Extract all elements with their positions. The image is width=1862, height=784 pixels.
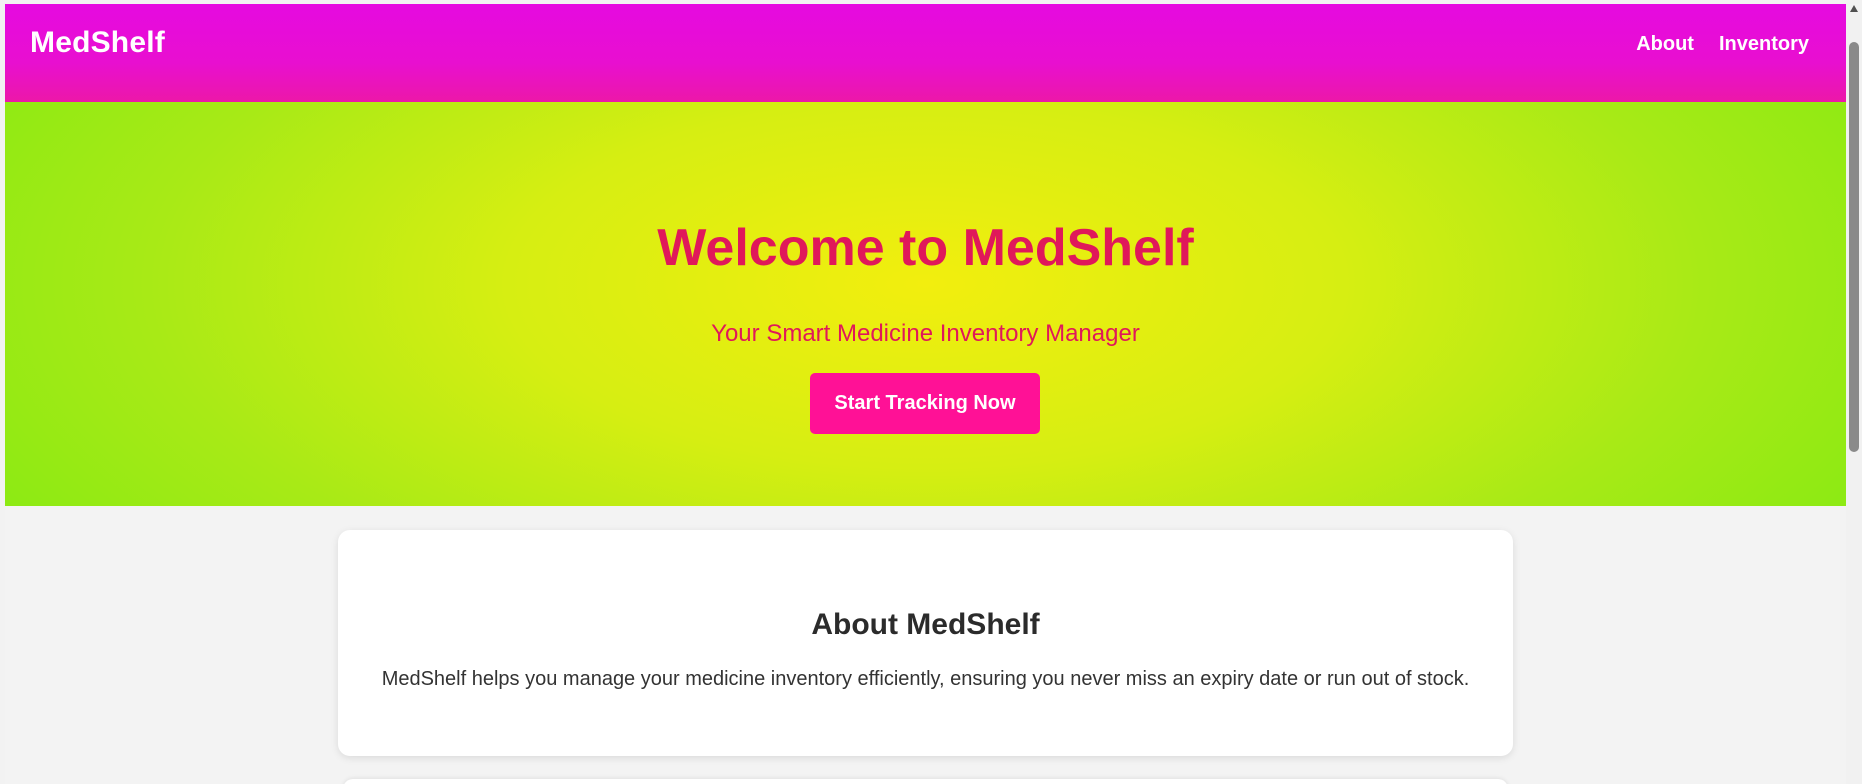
start-tracking-button[interactable]: Start Tracking Now <box>810 373 1040 434</box>
brand-logo[interactable]: MedShelf <box>30 26 165 60</box>
about-title: About MedShelf <box>811 608 1040 641</box>
nav-link-about[interactable]: About <box>1636 33 1694 56</box>
about-description: MedShelf helps you manage your medicine … <box>381 668 1470 690</box>
scroll-up-arrow-icon[interactable] <box>1850 5 1858 12</box>
page-viewport: MedShelf About Inventory Welcome to MedS… <box>5 4 1846 784</box>
hero-title: Welcome to MedShelf <box>657 219 1194 277</box>
scrollbar-thumb[interactable] <box>1849 42 1859 452</box>
nav-link-inventory[interactable]: Inventory <box>1719 33 1809 56</box>
about-card: About MedShelf MedShelf helps you manage… <box>338 530 1513 756</box>
hero-section: Welcome to MedShelf Your Smart Medicine … <box>5 102 1846 506</box>
vertical-scrollbar[interactable] <box>1846 0 1862 784</box>
next-card <box>343 779 1508 784</box>
browser-frame: MedShelf About Inventory Welcome to MedS… <box>0 0 1862 784</box>
nav-links: About Inventory <box>1636 33 1809 56</box>
navbar: MedShelf About Inventory <box>5 4 1846 102</box>
hero-subtitle: Your Smart Medicine Inventory Manager <box>711 320 1140 347</box>
